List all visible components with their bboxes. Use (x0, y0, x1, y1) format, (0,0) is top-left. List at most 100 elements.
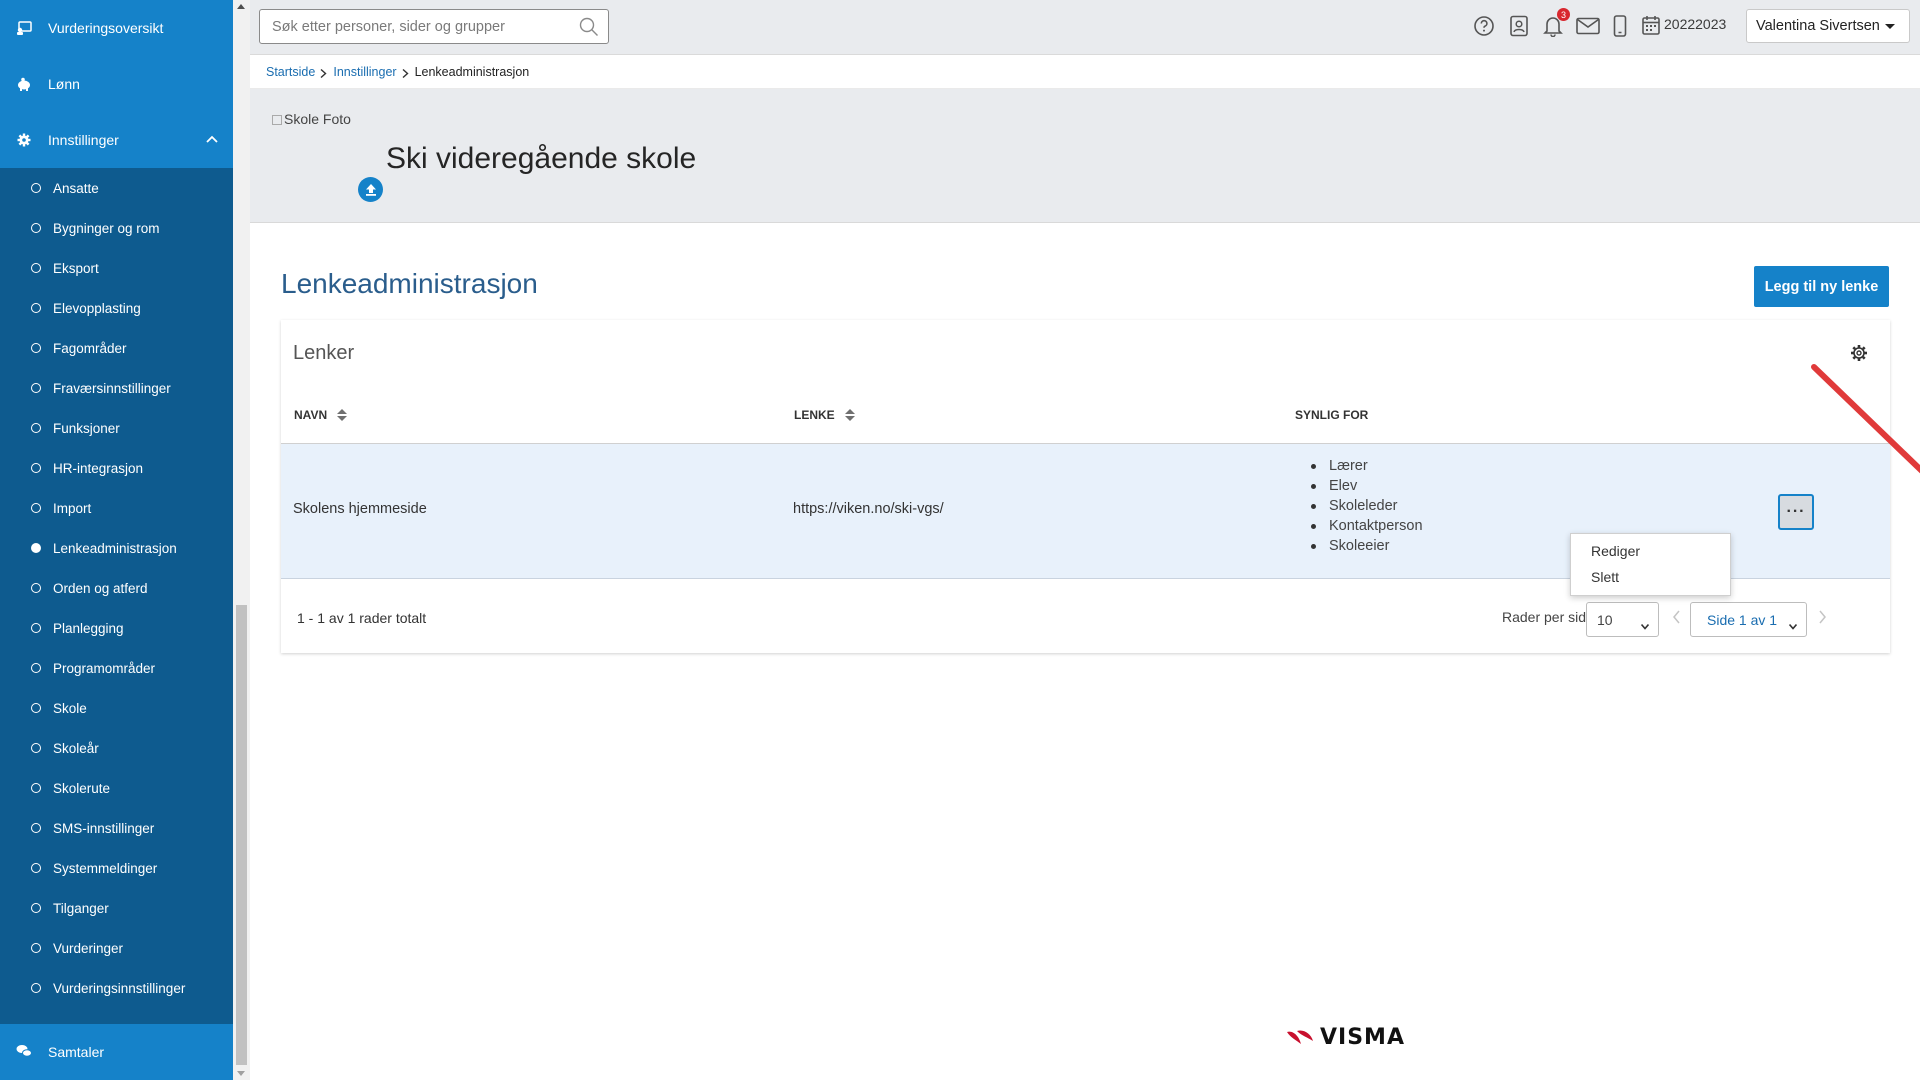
sort-icon[interactable] (337, 409, 348, 421)
add-link-button[interactable]: Legg til ny lenke (1754, 266, 1889, 307)
page-select-value: Side 1 av 1 (1707, 611, 1778, 628)
nav-item-label: Innstillinger (48, 132, 119, 148)
scroll-up-icon[interactable] (237, 4, 245, 9)
sidebar-subitem[interactable]: Programområder (0, 648, 233, 688)
list-item: Elev (1311, 476, 1423, 496)
contact-card-icon[interactable] (1507, 14, 1531, 38)
sidebar-subitem[interactable]: Ansatte (0, 168, 233, 208)
sidebar-subitem[interactable]: Elevopplasting (0, 288, 233, 328)
nav-item-vurderingsoversikt[interactable]: Vurderingsoversikt (0, 0, 233, 56)
previous-page-icon[interactable] (1672, 610, 1682, 624)
breadcrumb-innstillinger[interactable]: Innstillinger (333, 65, 396, 79)
notification-badge: 3 (1557, 8, 1570, 21)
sidebar-subitem[interactable]: Lenkeadministrasjon (0, 528, 233, 568)
sidebar-subitem[interactable]: Skoleår (0, 728, 233, 768)
gear-icon[interactable] (1850, 344, 1868, 362)
sidebar-scrollbar[interactable] (233, 0, 250, 1080)
sidebar-subitem-label: Elevopplasting (53, 300, 141, 316)
sidebar-subitem-label: Orden og atferd (53, 580, 148, 596)
menu-item-slett[interactable]: Slett (1571, 564, 1730, 590)
sidebar-subitem-label: Fraværsinnstillinger (53, 380, 171, 396)
sidebar-subitem-label: HR-integrasjon (53, 460, 144, 476)
sidebar-subitem-label: Vurderingsinnstillinger (53, 980, 186, 996)
chat-bubbles-icon (16, 1044, 32, 1060)
sidebar-subitem[interactable]: HR-integrasjon (0, 448, 233, 488)
school-year[interactable]: 20222023 (1664, 16, 1726, 32)
rows-per-page-label: Rader per side (1502, 609, 1594, 625)
sidebar-subitem-label: Systemmeldinger (53, 860, 158, 876)
upload-photo-icon[interactable] (358, 177, 383, 202)
link-name-cell: Skolens hjemmeside (293, 501, 427, 517)
radio-dot-icon (31, 943, 41, 953)
radio-dot-icon (31, 863, 41, 873)
mail-icon[interactable] (1576, 14, 1600, 38)
page-select[interactable]: Side 1 av 1 (1690, 602, 1807, 637)
breadcrumb-startside[interactable]: Startside (266, 65, 315, 79)
rows-per-page-select[interactable]: 10 (1586, 602, 1659, 637)
sidebar-subitem[interactable]: Funksjoner (0, 408, 233, 448)
card-title: Lenker (293, 342, 355, 364)
column-header-visible-for: SYNLIG FOR (1295, 408, 1368, 422)
nav-item-samtaler[interactable]: Samtaler (0, 1024, 233, 1080)
radio-dot-icon (31, 183, 41, 193)
sidebar-subitem[interactable]: Tilganger (0, 888, 233, 928)
calendar-icon[interactable] (1639, 13, 1663, 37)
sidebar-subitem-label: Skole (53, 700, 87, 716)
sidebar-subitem[interactable]: Import (0, 488, 233, 528)
settings-submenu: Ansatte Bygninger og rom Eksport Elevopplas… (0, 168, 233, 1008)
column-header-link[interactable]: LENKE (794, 408, 855, 422)
user-menu-button[interactable]: Valentina Sivertsen (1746, 9, 1910, 43)
sidebar-subitem[interactable]: Bygninger og rom (0, 208, 233, 248)
breadcrumb: Startside Innstillinger Lenkeadministras… (250, 55, 1920, 89)
piggy-bank-icon (16, 76, 32, 92)
sidebar-subitem[interactable]: Vurderinger (0, 928, 233, 968)
menu-item-rediger[interactable]: Rediger (1571, 538, 1730, 564)
top-bar: 3 20222023 Valentina Sivertsen (250, 0, 1920, 55)
sidebar-subitem-label: Programområder (53, 660, 156, 676)
main-content: 3 20222023 Valentina Sivertsen Startside… (250, 0, 1920, 1080)
sidebar-subitem[interactable]: Skole (0, 688, 233, 728)
sidebar-subitem-label: Planlegging (53, 620, 124, 636)
sidebar-subitem[interactable]: Systemmeldinger (0, 848, 233, 888)
radio-dot-icon (31, 503, 41, 513)
nav-item-lonn[interactable]: Lønn (0, 56, 233, 112)
sidebar-subitem[interactable]: Planlegging (0, 608, 233, 648)
sidebar-subitem[interactable]: Orden og atferd (0, 568, 233, 608)
sidebar-subitem[interactable]: Fagområder (0, 328, 233, 368)
sort-icon[interactable] (844, 409, 855, 421)
row-actions-button[interactable]: ··· (1778, 494, 1814, 530)
school-photo-alt: Skole Foto (284, 111, 351, 127)
radio-dot-icon (31, 703, 41, 713)
sidebar-subitem[interactable]: Vurderingsinnstillinger (0, 968, 233, 1008)
school-photo: Skole Foto (272, 111, 351, 127)
column-header-name[interactable]: NAVN (294, 408, 348, 422)
sidebar-subitem[interactable]: Eksport (0, 248, 233, 288)
visible-for-list: Lærer Elev Skoleleder Kontaktperson Skol… (1311, 456, 1423, 556)
radio-dot-icon (31, 983, 41, 993)
radio-dot-icon (31, 343, 41, 353)
sidebar-subitem[interactable]: Skolerute (0, 768, 233, 808)
search-box[interactable] (259, 9, 609, 44)
radio-dot-icon (31, 623, 41, 633)
sidebar-subitem[interactable]: Fraværsinnstillinger (0, 368, 233, 408)
next-page-icon[interactable] (1817, 610, 1827, 624)
broken-image-icon (272, 115, 282, 125)
notification-bell-icon[interactable]: 3 (1541, 8, 1570, 38)
search-input[interactable] (260, 10, 560, 43)
help-icon[interactable] (1472, 14, 1496, 38)
sidebar-subitem-label: Skoleår (53, 740, 99, 756)
mobile-phone-icon[interactable] (1608, 14, 1632, 38)
chevron-right-icon (320, 67, 327, 79)
sidebar-subitem-label: Vurderinger (53, 940, 124, 956)
sidebar-subitem[interactable]: SMS-innstillinger (0, 808, 233, 848)
search-icon[interactable] (579, 17, 599, 37)
scroll-down-icon[interactable] (237, 1071, 245, 1076)
radio-dot-icon (31, 463, 41, 473)
radio-dot-icon (31, 823, 41, 833)
radio-dot-icon (31, 743, 41, 753)
scrollbar-thumb[interactable] (236, 605, 247, 1065)
chevron-up-icon[interactable] (205, 132, 219, 146)
nav-item-innstillinger[interactable]: Innstillinger (0, 112, 233, 168)
list-item: Skoleleder (1311, 496, 1423, 516)
sidebar-subitem-label: Lenkeadministrasjon (53, 540, 177, 556)
